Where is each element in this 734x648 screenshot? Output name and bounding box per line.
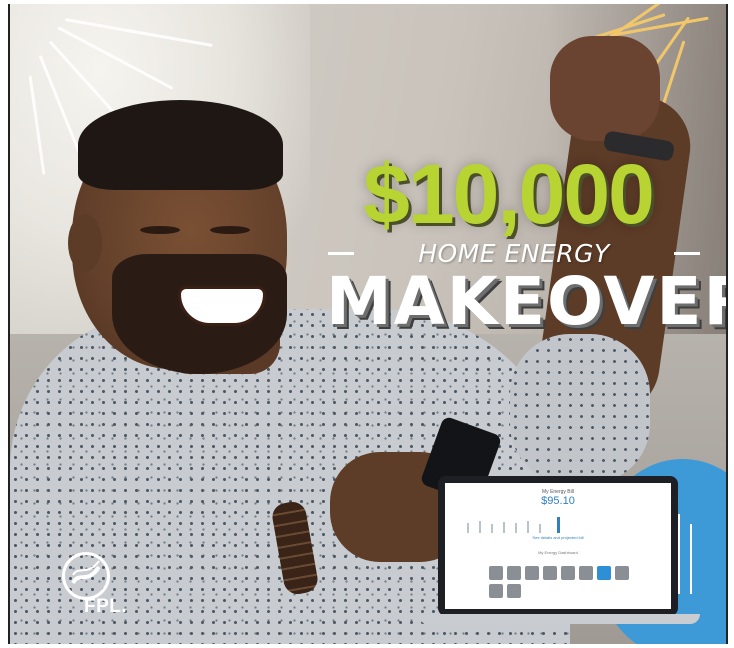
raised-fist bbox=[550, 36, 660, 141]
dash-right bbox=[673, 251, 700, 255]
headline-main: MAKEOVER bbox=[326, 263, 728, 340]
dashboard-tile bbox=[489, 584, 503, 598]
dash-left bbox=[328, 251, 354, 255]
usage-bar bbox=[539, 524, 541, 533]
usage-bar bbox=[491, 524, 493, 533]
screen-section-label: My Energy Dashboard bbox=[538, 550, 578, 555]
bill-amount: $95.10 bbox=[541, 495, 575, 507]
usage-bar bbox=[515, 523, 517, 533]
dashboard-tile bbox=[615, 566, 629, 580]
fpl-logo-mark bbox=[62, 552, 110, 600]
laptop-base bbox=[418, 614, 700, 624]
ear bbox=[68, 214, 102, 272]
screen-link: See details and projected bill bbox=[532, 535, 584, 540]
usage-bar bbox=[479, 521, 481, 533]
shirt-sleeve bbox=[510, 334, 650, 484]
usage-bars bbox=[467, 515, 627, 533]
dashboard-tile-active bbox=[597, 566, 611, 580]
decor-line bbox=[678, 514, 680, 594]
headline-amount: $10,000 bbox=[363, 147, 655, 241]
dashboard-tile bbox=[507, 584, 521, 598]
dashboard-tile bbox=[579, 566, 593, 580]
fpl-logo-icon: FPL. bbox=[58, 552, 168, 622]
hair bbox=[78, 100, 283, 190]
laptop-icon: My Energy Bill $95.10 See details and pr… bbox=[438, 476, 678, 616]
dashboard-tile bbox=[507, 566, 521, 580]
dashboard-tile bbox=[561, 566, 575, 580]
usage-bar bbox=[467, 523, 469, 533]
eye-left bbox=[140, 226, 180, 234]
dashboard-tile bbox=[525, 566, 539, 580]
usage-bar bbox=[503, 522, 505, 533]
eye-right bbox=[210, 226, 250, 234]
fpl-logo-text: FPL. bbox=[84, 596, 128, 617]
laptop-screen: My Energy Bill $95.10 See details and pr… bbox=[445, 483, 671, 609]
usage-bar bbox=[527, 521, 529, 533]
dashboard-tiles bbox=[489, 566, 639, 598]
decor-line bbox=[690, 524, 692, 594]
usage-bar-current bbox=[557, 517, 560, 533]
dashboard-tile bbox=[489, 566, 503, 580]
ad-image: $10,000 HOME ENERGY MAKEOVER ∿ My Energy… bbox=[8, 4, 728, 644]
dashboard-tile bbox=[543, 566, 557, 580]
